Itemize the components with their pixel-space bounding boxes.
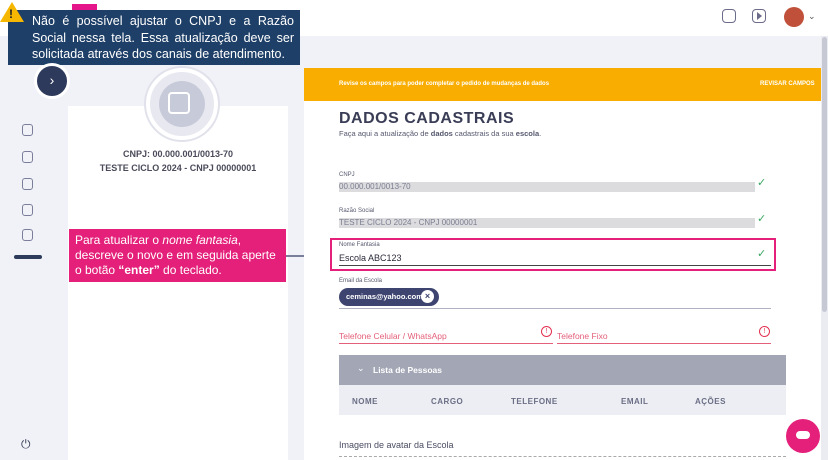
column-header-email: EMAIL	[621, 397, 649, 406]
warning-icon: !	[0, 2, 24, 22]
page-title: DADOS CADASTRAIS	[339, 110, 515, 127]
subtitle-part-3: .	[539, 129, 542, 138]
fixo-underline	[557, 343, 771, 344]
chat-icon	[796, 431, 810, 439]
callout-text-1: Para atualizar o	[75, 233, 163, 247]
image-icon	[168, 92, 190, 114]
column-header-role: CARGO	[431, 397, 464, 406]
alert-text: Revise os campos para poder completar o …	[339, 81, 550, 87]
fantasia-label: Nome Fantasia	[339, 242, 380, 248]
profile-name: TESTE CICLO 2024 - CNPJ 00000001	[99, 163, 257, 173]
fantasia-input[interactable]: Escola ABC123	[339, 253, 402, 263]
column-header-actions: AÇÕES	[695, 397, 726, 406]
subtitle-bold-1: dados	[430, 129, 453, 138]
chevron-down-icon[interactable]: ⌄	[357, 363, 365, 374]
subtitle-bold-2: escola	[515, 129, 540, 138]
fixo-input[interactable]: Telefone Fixo	[557, 331, 608, 341]
active-indicator	[14, 255, 42, 259]
scrollbar-thumb[interactable]	[822, 37, 827, 312]
column-header-name: NOME	[352, 397, 378, 406]
celular-underline	[339, 343, 553, 344]
tooltip-callout: Para atualizar o nome fantasia, descreve…	[69, 229, 286, 282]
callout-text-3: do teclado.	[159, 263, 222, 277]
people-title: Lista de Pessoas	[373, 365, 442, 375]
avatar-dropzone[interactable]	[339, 456, 786, 457]
email-label: Email da Escola	[339, 278, 383, 284]
error-icon: !	[759, 326, 770, 337]
subtitle-part-1: Faça aqui a atualização de	[339, 129, 431, 138]
page-subtitle: Faça aqui a atualização de dados cadastr…	[339, 129, 541, 138]
callout-emphasis: nome fantasia	[162, 233, 238, 247]
cnpj-label: CNPJ	[339, 172, 355, 178]
profile-card	[68, 106, 288, 460]
video-icon[interactable]	[752, 9, 766, 23]
avatar-label: Imagem de avatar da Escola	[339, 440, 454, 450]
check-icon: ✓	[757, 177, 767, 189]
razao-field: TESTE CICLO 2024 - CNPJ 00000001	[339, 218, 755, 228]
email-underline	[339, 308, 771, 309]
callout-bold: “enter”	[118, 263, 160, 277]
warning-banner: Não é possível ajustar o CNPJ e a Razão …	[8, 10, 300, 65]
warning-text: Não é possível ajustar o CNPJ e a Razão …	[32, 14, 294, 61]
profile-cnpj: CNPJ: 00.000.001/0013-70	[122, 149, 234, 159]
column-header-phone: TELEFONE	[511, 397, 558, 406]
power-icon[interactable]: ⏻	[21, 437, 31, 452]
document-icon[interactable]	[22, 204, 33, 216]
contact-icon[interactable]	[722, 9, 736, 23]
user-icon[interactable]	[22, 124, 33, 136]
chevron-down-icon[interactable]: ⌄	[808, 11, 816, 22]
close-icon[interactable]: ×	[421, 290, 434, 303]
scan-icon[interactable]	[22, 178, 33, 190]
subtitle-part-2: cadastrais da sua	[452, 129, 516, 138]
celular-input[interactable]: Telefone Celular / WhatsApp	[339, 331, 447, 341]
report-icon[interactable]	[22, 229, 33, 241]
cnpj-field: 00.000.001/0013-70	[339, 182, 755, 192]
check-icon: ✓	[757, 213, 767, 225]
user-avatar[interactable]	[784, 7, 804, 27]
expand-sidebar-button[interactable]: ›	[34, 63, 70, 99]
razao-label: Razão Social	[339, 208, 375, 214]
check-icon: ✓	[757, 248, 767, 260]
profile-icon[interactable]	[22, 151, 33, 163]
error-icon: !	[541, 326, 552, 337]
review-fields-button[interactable]: REVISAR CAMPOS	[760, 81, 815, 87]
fantasia-underline	[339, 265, 771, 266]
